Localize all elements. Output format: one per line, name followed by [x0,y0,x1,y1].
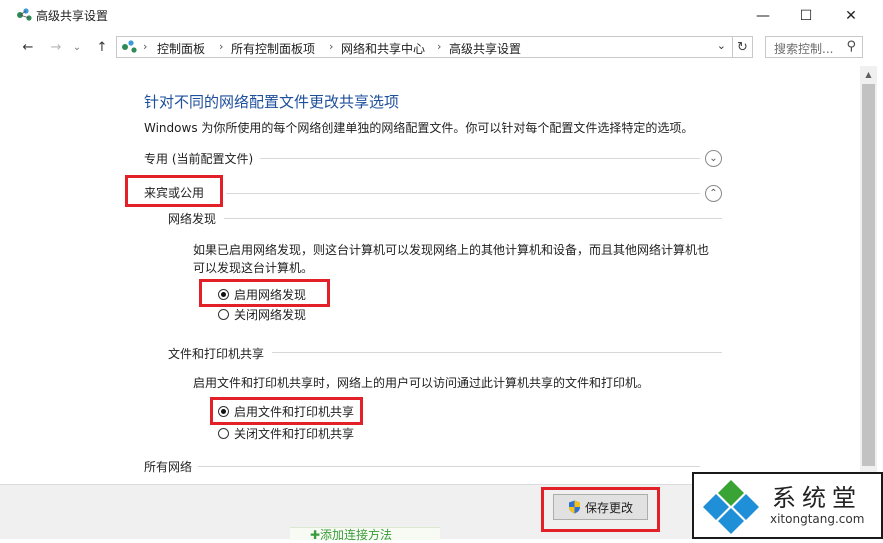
close-button[interactable]: ✕ [828,0,874,31]
refresh-icon[interactable]: ↻ [733,36,753,58]
divider [226,193,700,194]
background-page-text: ✚添加连接方法 [310,528,393,542]
chevron-up-icon[interactable]: ⌃ [705,185,722,202]
recent-locations-icon[interactable]: ⌄ [70,38,84,56]
radio-disable-file-printer-sharing[interactable] [218,428,229,439]
page-description: Windows 为你所使用的每个网络创建单独的网络配置文件。你可以针对每个配置文… [144,121,694,135]
search-placeholder: 搜索控制... [774,42,834,56]
address-dropdown-icon[interactable]: ⌄ [717,39,726,52]
search-input[interactable]: 搜索控制... ⚲ [765,36,863,58]
uac-shield-icon [568,500,580,514]
network-discovery-description-line2: 可以发现这台计算机。 [193,261,314,275]
radio-disable-network-discovery[interactable] [218,309,229,320]
breadcrumb-separator: › [143,40,148,53]
breadcrumb-separator[interactable]: › [329,40,333,53]
file-printer-sharing-heading: 文件和打印机共享 [168,347,265,361]
breadcrumb-advanced-sharing[interactable]: 高级共享设置 [449,40,521,57]
save-changes-button[interactable]: 保存更改 [553,494,648,520]
page-title: 针对不同的网络配置文件更改共享选项 [144,93,400,111]
save-changes-label: 保存更改 [584,500,633,515]
watermark-name: 系统堂 [772,484,862,512]
divider [260,158,700,159]
watermark-logo-icon [703,480,759,534]
up-arrow-icon[interactable]: ↑ [92,38,112,56]
network-discovery-heading: 网络发现 [168,212,217,226]
breadcrumb-separator[interactable]: › [219,40,223,53]
window-title: 高级共享设置 [36,9,109,23]
radio-enable-network-discovery[interactable] [218,289,229,300]
control-panel-icon [122,40,137,53]
search-icon[interactable]: ⚲ [846,39,856,54]
profile-private-label[interactable]: 专用 (当前配置文件) [144,150,253,167]
profile-guest-label[interactable]: 来宾或公用 [144,184,204,201]
divider [272,352,722,353]
enable-file-printer-sharing-label[interactable]: 启用文件和打印机共享 [234,403,354,420]
profile-all-networks-label[interactable]: 所有网络 [144,458,192,475]
breadcrumb-all-items[interactable]: 所有控制面板项 [231,40,315,57]
breadcrumb-separator[interactable]: › [437,40,441,53]
network-discovery-description-line1: 如果已启用网络发现，则这台计算机可以发现网络上的其他计算机和设备，而且其他网络计… [193,243,710,257]
divider [224,218,722,219]
breadcrumb-control-panel[interactable]: 控制面板 [157,40,205,57]
scrollbar-thumb[interactable] [862,84,875,466]
forward-arrow-icon[interactable]: → [46,38,66,56]
disable-network-discovery-label[interactable]: 关闭网络发现 [234,306,306,323]
scroll-up-icon[interactable]: ▲ [860,66,877,83]
radio-enable-file-printer-sharing[interactable] [218,406,229,417]
address-bar[interactable]: › 控制面板 › 所有控制面板项 › 网络和共享中心 › 高级共享设置 ⌄ [116,36,733,58]
network-sharing-icon [17,8,32,21]
enable-network-discovery-label[interactable]: 启用网络发现 [234,286,306,303]
back-arrow-icon[interactable]: ← [18,38,38,56]
breadcrumb-network-center[interactable]: 网络和共享中心 [341,40,425,57]
watermark-url: xitongtang.com [770,512,865,526]
minimize-button[interactable]: — [740,0,786,31]
divider [198,466,700,467]
chevron-down-icon[interactable]: ⌄ [705,150,722,167]
disable-file-printer-sharing-label[interactable]: 关闭文件和打印机共享 [234,425,354,442]
file-printer-sharing-description: 启用文件和打印机共享时，网络上的用户可以访问通过此计算机共享的文件和打印机。 [193,376,650,390]
maximize-button[interactable]: ☐ [783,0,829,31]
